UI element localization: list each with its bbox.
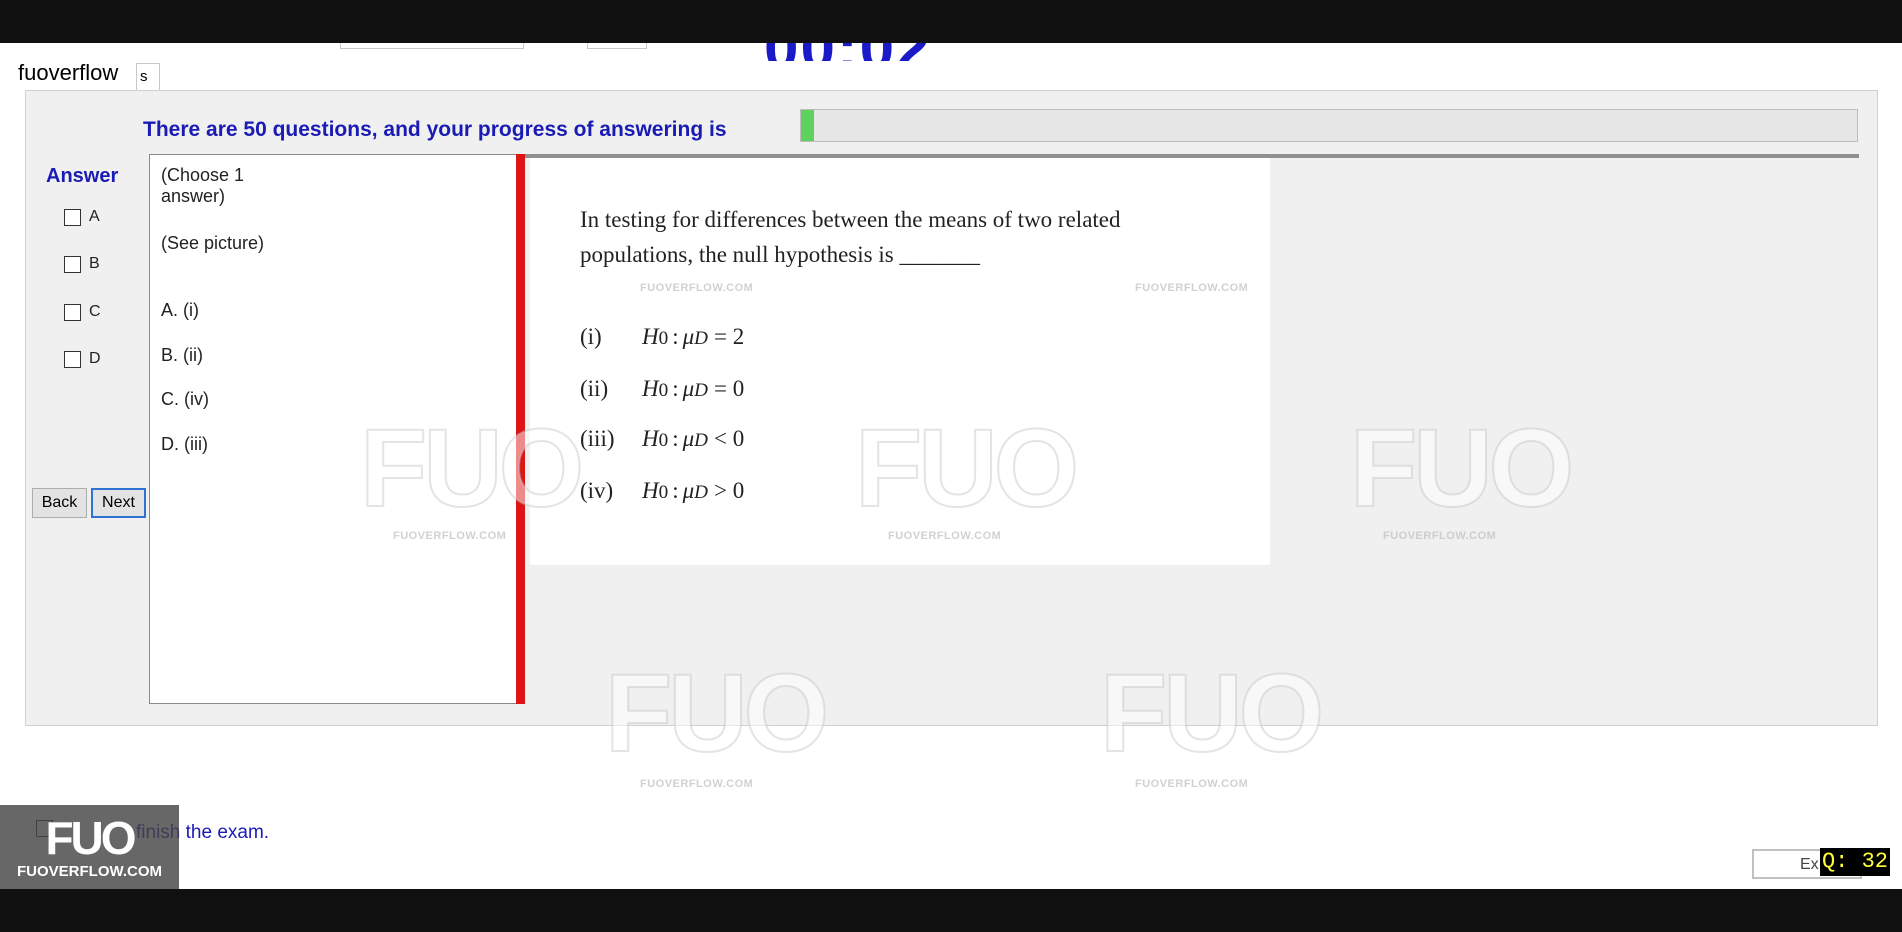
formula-ii-label: (ii) <box>580 376 609 401</box>
formula-ii-subd: D <box>694 380 708 401</box>
answer-choice-b[interactable]: B <box>64 255 100 273</box>
checkbox-d[interactable] <box>64 350 81 368</box>
choice-label-b: B <box>89 255 100 272</box>
clipped-field-2 <box>587 43 647 49</box>
formula-i-subd: D <box>694 328 708 349</box>
answer-choice-d[interactable]: D <box>64 350 101 368</box>
formula-iv-subd: D <box>694 482 708 503</box>
formula-iv-label: (iv) <box>580 478 614 503</box>
option-b: B. (ii) <box>161 345 203 365</box>
formula-iv-h: H <box>642 478 659 503</box>
progress-bar <box>800 109 1858 142</box>
formula-iv-mu: μ <box>682 478 695 503</box>
instruction-text: (Choose 1 answer) <box>161 165 245 206</box>
option-c: C. (iv) <box>161 389 209 409</box>
choice-label-a: A <box>89 208 100 225</box>
watermark-text: FUOVERFLOW.COM <box>1135 778 1249 790</box>
logo-mark: FUO <box>45 812 136 864</box>
question-image: In testing for differences between the m… <box>530 158 1270 565</box>
see-picture-text: (See picture) <box>161 233 265 253</box>
choice-label-c: C <box>89 303 101 320</box>
checkbox-c[interactable] <box>64 303 81 321</box>
formula-iii-mu: μ <box>682 426 695 451</box>
formula-i-mu: μ <box>682 324 695 349</box>
formula-ii-mu: μ <box>682 376 695 401</box>
formula-ii-op: = 0 <box>713 376 745 401</box>
brand-label: fuoverflow <box>18 60 119 85</box>
options-panel: (Choose 1 answer) (See picture) A. (i) B… <box>149 154 519 704</box>
clipped-field-1 <box>340 43 524 49</box>
formula-ii-sub0: 0 <box>658 380 669 401</box>
formula-iii-sub0: 0 <box>658 430 669 451</box>
formula-ii-h: H <box>642 376 659 401</box>
logo-text: FUOVERFLOW.COM <box>17 863 162 880</box>
bottom-black-bar <box>0 889 1902 932</box>
formula-iii-h: H <box>642 426 659 451</box>
formula-i-label: (i) <box>580 324 602 349</box>
question-counter: Q: 32 <box>1820 848 1890 876</box>
formula-i-sub0: 0 <box>658 328 669 349</box>
splitter-bar[interactable] <box>516 154 525 704</box>
timer-text: 00:02 <box>764 43 933 61</box>
progress-label: There are 50 questions, and your progres… <box>143 118 727 141</box>
formula-i-op: = 2 <box>713 324 745 349</box>
formula-iii-op: < 0 <box>713 426 745 451</box>
formula-i: (i) H 0: μ D = 2 <box>580 324 745 349</box>
answer-title: Answer <box>46 165 119 187</box>
next-button[interactable]: Next <box>91 488 146 518</box>
formula-iii: (iii) H 0: μ D < 0 <box>580 426 745 451</box>
checkbox-b[interactable] <box>64 255 81 273</box>
timer: 00:02 <box>760 43 980 61</box>
question-text: In testing for differences between the m… <box>580 207 1121 267</box>
formula-iv: (iv) H 0: μ D > 0 <box>580 478 745 503</box>
formula-ii: (ii) H 0: μ D = 0 <box>580 376 745 401</box>
back-button[interactable]: Back <box>32 488 87 518</box>
answer-choice-c[interactable]: C <box>64 303 101 321</box>
tab-partial[interactable]: s <box>136 63 160 90</box>
exit-label: Ex <box>1800 856 1819 873</box>
formula-iv-sub0: 0 <box>658 482 669 503</box>
checkbox-a[interactable] <box>64 208 81 226</box>
option-d: D. (iii) <box>161 434 208 454</box>
choice-label-d: D <box>89 350 101 367</box>
progress-fill <box>801 110 814 141</box>
fuoverflow-logo: FUO FUOVERFLOW.COM <box>0 805 179 889</box>
formula-iii-subd: D <box>694 430 708 451</box>
top-black-bar <box>0 0 1902 43</box>
formula-iv-op: > 0 <box>713 478 745 503</box>
formula-iii-label: (iii) <box>580 426 615 451</box>
formula-i-h: H <box>642 324 659 349</box>
watermark-text: FUOVERFLOW.COM <box>640 778 754 790</box>
answer-choice-a[interactable]: A <box>64 208 100 226</box>
option-a: A. (i) <box>161 300 199 320</box>
